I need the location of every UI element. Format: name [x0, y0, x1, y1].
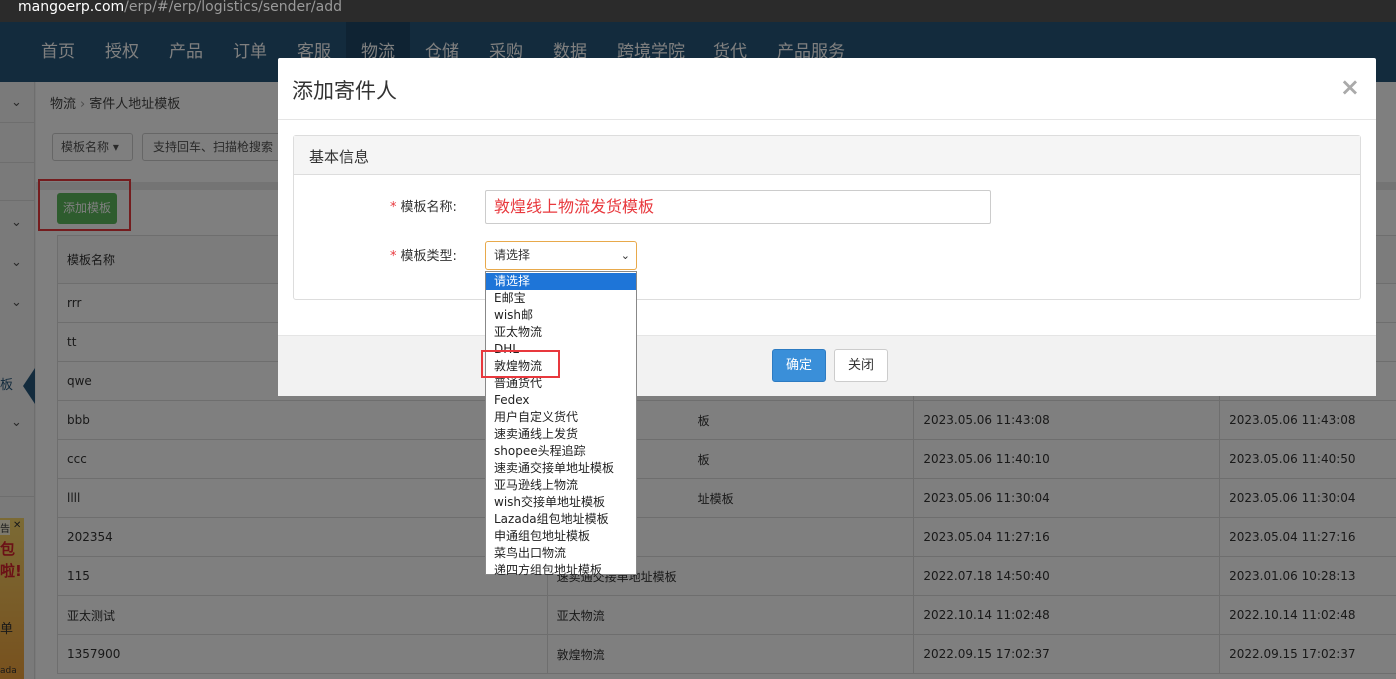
url-path: /erp/#/erp/logistics/sender/add — [124, 0, 342, 15]
option-item[interactable]: 亚马逊线上物流 — [486, 477, 636, 494]
label-text: 模板类型: — [400, 249, 457, 264]
close-button[interactable]: 关闭 — [834, 349, 888, 382]
option-item[interactable]: 申通组包地址模板 — [486, 528, 636, 545]
option-item[interactable]: 请选择 — [486, 273, 636, 290]
option-item[interactable]: 用户自定义货代 — [486, 409, 636, 426]
option-item[interactable]: Lazada组包地址模板 — [486, 511, 636, 528]
template-type-options: 请选择 E邮宝 wish邮 亚太物流 DHL 敦煌物流 普通货代 Fedex 用… — [485, 271, 637, 577]
required-mark: * — [390, 249, 397, 264]
template-type-label: * 模板类型: — [390, 245, 457, 264]
option-item[interactable]: Fedex — [486, 392, 636, 409]
required-mark: * — [390, 200, 397, 215]
panel-header: 基本信息 — [294, 136, 1360, 175]
option-item[interactable]: wish邮 — [486, 307, 636, 324]
label-text: 模板名称: — [400, 200, 457, 215]
confirm-button[interactable]: 确定 — [772, 349, 826, 382]
option-item[interactable]: 递四方组包地址模板 — [486, 562, 636, 579]
modal-header: 添加寄件人 × — [278, 58, 1376, 120]
add-sender-modal: 添加寄件人 × 基本信息 * 模板名称: 敦煌线上物流发货模板 * 模板类型: 请选… — [278, 58, 1376, 396]
select-value: 请选择 — [494, 248, 531, 262]
option-item[interactable]: E邮宝 — [486, 290, 636, 307]
modal-footer: 确定 关闭 — [278, 335, 1376, 396]
modal-title: 添加寄件人 — [292, 79, 397, 103]
close-icon[interactable]: × — [1340, 73, 1360, 101]
highlight-box — [481, 350, 560, 378]
option-item[interactable]: 菜鸟出口物流 — [486, 545, 636, 562]
url-host: mangoerp.com — [18, 0, 125, 15]
option-item[interactable]: shopee头程追踪 — [486, 443, 636, 460]
template-name-input[interactable]: 敦煌线上物流发货模板 — [485, 190, 991, 224]
option-item[interactable]: 速卖通交接单地址模板 — [486, 460, 636, 477]
panel-title: 基本信息 — [309, 148, 370, 166]
template-type-select[interactable]: 请选择 ⌄ — [485, 241, 637, 270]
template-name-label: * 模板名称: — [390, 196, 457, 215]
chevron-down-icon: ⌄ — [620, 249, 630, 262]
option-item[interactable]: wish交接单地址模板 — [486, 494, 636, 511]
browser-url-bar[interactable]: mangoerp.com/erp/#/erp/logistics/sender/… — [0, 0, 1396, 22]
option-item[interactable]: 速卖通线上发货 — [486, 426, 636, 443]
option-item[interactable]: 亚太物流 — [486, 324, 636, 341]
